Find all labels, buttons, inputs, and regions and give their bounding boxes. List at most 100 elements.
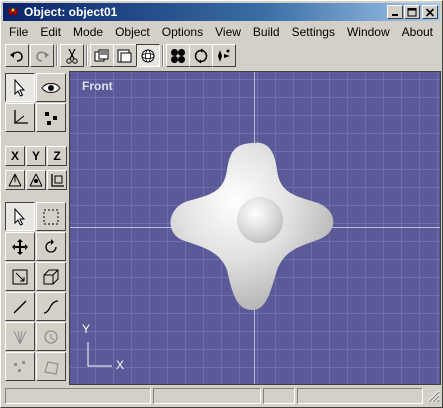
application-window: Object: object01 File Edit Mode Object O… [0, 0, 443, 408]
menu-options[interactable]: Options [156, 23, 209, 41]
local-axis-icon [29, 173, 43, 187]
axis-x-label: X [10, 149, 19, 163]
eye-icon [41, 82, 61, 93]
status-cell-3 [263, 388, 295, 404]
cut-button[interactable] [60, 44, 84, 67]
undo-button[interactable] [5, 44, 29, 67]
status-bar [3, 386, 440, 406]
toolbar-separator [86, 45, 88, 66]
center-bump [237, 197, 283, 243]
revolve-icon [44, 329, 58, 344]
select-arrow-icon [14, 207, 26, 226]
axis-icon [14, 109, 28, 124]
curve-icon [43, 299, 59, 314]
redo-icon [36, 51, 49, 62]
shape-tool[interactable] [36, 352, 66, 381]
sphere-icon [141, 49, 155, 62]
menu-file[interactable]: File [3, 23, 34, 41]
polygon-icon [44, 360, 59, 375]
rotate-tool[interactable] [36, 232, 66, 261]
move-icon [12, 238, 28, 255]
view-tool[interactable] [36, 73, 66, 102]
application-icon[interactable] [5, 4, 21, 20]
rotate-icon [194, 48, 208, 63]
select-tool[interactable] [5, 202, 35, 231]
scissors-icon [66, 48, 78, 64]
redo-button[interactable] [30, 44, 54, 67]
line-icon [13, 300, 27, 313]
curve-tool[interactable] [36, 292, 66, 321]
minimize-button[interactable] [387, 5, 403, 19]
axis-y-label: Y [31, 149, 40, 163]
maximize-button[interactable] [404, 5, 420, 19]
scale-icon [12, 269, 28, 284]
scatter-dots-icon [14, 360, 25, 372]
sparkle-icon [218, 49, 230, 62]
menu-about[interactable]: About [396, 23, 439, 41]
menu-view[interactable]: View [209, 23, 247, 41]
viewport-front[interactable]: Front Y X [69, 71, 441, 385]
scatter-tool[interactable] [5, 352, 35, 381]
arrow-cursor-icon [14, 78, 26, 97]
menu-build[interactable]: Build [247, 23, 286, 41]
marquee-select-tool[interactable] [36, 202, 66, 231]
menu-object[interactable]: Object [109, 23, 156, 41]
dots-icon [45, 111, 57, 125]
toolbar [3, 43, 440, 69]
axis-z-label: Z [53, 149, 61, 163]
scale-tool[interactable] [5, 262, 35, 291]
maximize-icon [407, 7, 417, 16]
paste-icon [117, 49, 132, 62]
spray-tool[interactable] [5, 322, 35, 351]
paste-button[interactable] [113, 44, 137, 67]
fan-lines-icon [13, 330, 27, 344]
cube-icon [43, 269, 59, 284]
axis-y-indicator: Y [82, 322, 91, 336]
status-cell-4 [297, 388, 423, 404]
close-icon [425, 7, 435, 17]
title-bar[interactable]: Object: object01 [3, 3, 440, 21]
menu-window[interactable]: Window [341, 23, 396, 41]
axis-x-indicator: X [116, 358, 125, 372]
screen-axis-icon [51, 174, 64, 187]
status-cell-2 [153, 388, 261, 404]
points-tool[interactable] [36, 103, 66, 132]
axis-gizmo-icon [87, 342, 112, 367]
marquee-icon [43, 209, 59, 224]
select-view-tool[interactable] [5, 73, 35, 102]
extrude-tool[interactable] [36, 262, 66, 291]
rotate-button[interactable] [189, 44, 213, 67]
axis-x-button[interactable]: X [5, 146, 25, 166]
menu-bar: File Edit Mode Object Options View Build… [3, 22, 440, 42]
window-title: Object: object01 [24, 5, 118, 19]
four-balls-icon [171, 48, 185, 63]
menu-settings[interactable]: Settings [286, 23, 341, 41]
menu-edit[interactable]: Edit [34, 23, 67, 41]
minimize-icon [392, 13, 398, 16]
screen-axis-button[interactable] [47, 170, 67, 190]
resize-grip-icon[interactable] [427, 390, 440, 403]
sparkle-button[interactable] [212, 44, 236, 67]
move-tool[interactable] [5, 232, 35, 261]
axis-tool[interactable] [5, 103, 35, 132]
copy-button[interactable] [90, 44, 114, 67]
toolbar-separator [162, 45, 164, 66]
sphere-mode-button[interactable] [136, 44, 160, 67]
local-axis-button[interactable] [26, 170, 46, 190]
axis-y-button[interactable]: Y [26, 146, 46, 166]
undo-icon [10, 51, 23, 62]
rotate-arrow-icon [45, 238, 57, 253]
revolve-tool[interactable] [36, 322, 66, 351]
object-3d[interactable] [70, 72, 441, 385]
tool-palette: X Y Z [3, 71, 67, 385]
status-cell-1 [5, 388, 151, 404]
menu-mode[interactable]: Mode [67, 23, 109, 41]
toolbar-separator [56, 45, 58, 66]
line-tool[interactable] [5, 292, 35, 321]
axis-z-button[interactable]: Z [47, 146, 67, 166]
balls-button[interactable] [166, 44, 190, 67]
close-button[interactable] [422, 5, 438, 19]
world-axis-button[interactable] [5, 170, 25, 190]
world-axis-icon [8, 173, 22, 187]
copy-icon [94, 49, 109, 61]
